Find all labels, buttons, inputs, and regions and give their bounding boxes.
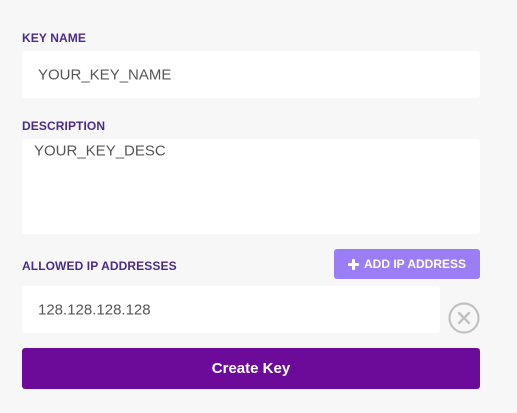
plus-icon: [347, 258, 359, 270]
remove-ip-button[interactable]: [448, 302, 480, 334]
key-name-label: KEY NAME: [22, 31, 86, 45]
key-name-input[interactable]: YOUR_KEY_NAME: [22, 51, 480, 98]
allowed-ip-label: ALLOWED IP ADDRESSES: [22, 259, 177, 273]
close-circle-icon: [448, 302, 480, 334]
create-key-label: Create Key: [211, 360, 291, 377]
key-name-value: YOUR_KEY_NAME: [38, 66, 172, 83]
add-ip-address-label: ADD IP ADDRESS: [363, 257, 467, 271]
ip-address-input[interactable]: 128.128.128.128: [22, 286, 440, 333]
add-ip-address-button[interactable]: ADD IP ADDRESS: [334, 249, 480, 279]
create-key-form: KEY NAME YOUR_KEY_NAME DESCRIPTION YOUR_…: [0, 0, 517, 413]
ip-address-value: 128.128.128.128: [38, 301, 151, 318]
description-textarea[interactable]: YOUR_KEY_DESC: [22, 139, 480, 234]
create-key-button[interactable]: Create Key: [22, 348, 480, 389]
description-label: DESCRIPTION: [22, 119, 106, 133]
description-value: YOUR_KEY_DESC: [34, 142, 166, 160]
